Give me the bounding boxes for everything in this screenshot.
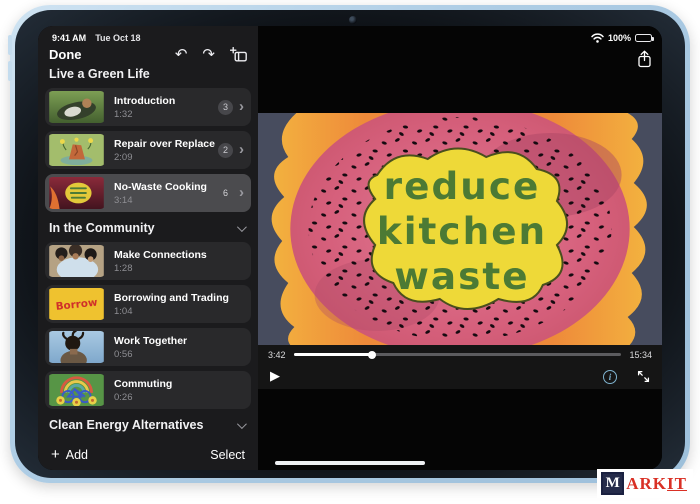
chapter-title: Borrowing and Trading [114, 292, 244, 304]
chevron-down-icon[interactable] [237, 419, 247, 429]
chapter-title: Work Together [114, 335, 244, 347]
chapter-title: Make Connections [114, 249, 244, 261]
playback-controls: 3:42 15:34 ▶ i [258, 345, 662, 389]
add-clip-icon[interactable] [230, 47, 247, 62]
chapter-title: Introduction [114, 95, 218, 107]
status-indicators: 100% [591, 33, 652, 43]
watermark-it: IT [667, 474, 687, 494]
section-header-in-the-community[interactable]: In the Community [45, 221, 251, 235]
thumbnail-borrowing-and-trading: Borrow [48, 288, 105, 320]
done-button[interactable]: Done [49, 47, 82, 62]
chevron-right-icon: › [239, 185, 244, 200]
status-bar: 9:41 AM Tue Oct 18 100% [38, 26, 662, 46]
device-bezel: 9:41 AM Tue Oct 18 100% Done [15, 10, 685, 478]
front-camera [349, 16, 357, 24]
chapter-row-borrowing-and-trading[interactable]: Borrow Borrowing and Trading 1:04 [45, 285, 251, 323]
screen: 9:41 AM Tue Oct 18 100% Done [38, 26, 662, 470]
progress-bar[interactable] [294, 353, 622, 356]
chevron-right-icon: › [239, 99, 244, 114]
chapter-title: No-Waste Cooking [114, 181, 218, 193]
status-time: 9:41 AM [52, 33, 86, 43]
section-title: In the Community [49, 221, 155, 235]
chapter-duration: 1:32 [114, 109, 218, 120]
home-indicator[interactable] [275, 461, 425, 465]
chapter-row-commuting[interactable]: Commuting 0:26 [45, 371, 251, 409]
video-title-line-2: kitchen [377, 209, 547, 253]
status-time-date: 9:41 AM Tue Oct 18 [52, 33, 141, 43]
video-title-line-1: reduce [384, 164, 541, 208]
chapter-duration: 2:09 [114, 152, 218, 163]
thumbnail-make-connections [48, 245, 105, 277]
section-header-live-a-green-life: Live a Green Life [45, 67, 251, 81]
clip-count-badge: 6 [218, 186, 233, 201]
chapter-sidebar: Done ↶ ↷ Live a Gre [38, 26, 258, 470]
battery-icon [635, 34, 652, 43]
select-button[interactable]: Select [210, 448, 245, 462]
thumbnail-repair-over-replace [48, 134, 105, 166]
chapter-row-no-waste-cooking[interactable]: No-Waste Cooking 3:14 6 › [45, 174, 251, 212]
info-icon[interactable]: i [603, 370, 617, 384]
share-icon[interactable] [637, 50, 652, 68]
thumbnail-introduction [48, 91, 105, 123]
watermark-ark: ARK [626, 474, 667, 494]
ipad-device: 9:41 AM Tue Oct 18 100% Done [10, 5, 690, 483]
sidebar-footer: + Add Select [45, 439, 251, 470]
plus-icon: + [51, 447, 60, 462]
video-player: reduce kitchen waste 3:42 15:34 [258, 26, 662, 470]
chapter-row-work-together[interactable]: Work Together 0:56 [45, 328, 251, 366]
thumbnail-no-waste-cooking [48, 177, 105, 209]
volume-up-button[interactable] [8, 35, 12, 55]
current-time: 3:42 [268, 350, 286, 360]
sidebar-toolbar: Done ↶ ↷ [45, 47, 251, 62]
wifi-icon [591, 33, 604, 43]
section-title: Clean Energy Alternatives [49, 418, 203, 432]
fullscreen-icon[interactable] [637, 370, 650, 383]
video-title-line-3: waste [394, 254, 529, 298]
progress-fill [294, 353, 373, 356]
video-frame[interactable]: reduce kitchen waste [258, 113, 662, 345]
chapter-duration: 1:04 [114, 306, 244, 317]
battery-percent: 100% [608, 33, 631, 43]
add-label: Add [66, 448, 88, 462]
status-date: Tue Oct 18 [95, 33, 140, 43]
volume-down-button[interactable] [8, 61, 12, 81]
total-time: 15:34 [629, 350, 652, 360]
chapter-duration: 0:56 [114, 349, 244, 360]
clip-count-badge: 2 [218, 143, 233, 158]
add-button[interactable]: + Add [51, 447, 88, 462]
undo-icon[interactable]: ↶ [175, 47, 188, 62]
chapter-duration: 1:28 [114, 263, 244, 274]
play-button[interactable]: ▶ [270, 370, 280, 383]
section-title: Live a Green Life [49, 67, 150, 81]
watermark-m-box: M [601, 472, 624, 495]
chapter-duration: 3:14 [114, 195, 218, 206]
chapter-row-repair-over-replace[interactable]: Repair over Replace 2:09 2 › [45, 131, 251, 169]
chevron-right-icon: › [239, 142, 244, 157]
redo-icon[interactable]: ↷ [202, 47, 215, 62]
thumbnail-work-together [48, 331, 105, 363]
chevron-down-icon[interactable] [237, 222, 247, 232]
chapter-row-make-connections[interactable]: Make Connections 1:28 [45, 242, 251, 280]
chapter-row-introduction[interactable]: Introduction 1:32 3 › [45, 88, 251, 126]
section-header-clean-energy-alternatives[interactable]: Clean Energy Alternatives [45, 418, 251, 432]
chapter-title: Commuting [114, 378, 244, 390]
chapter-duration: 0:26 [114, 392, 244, 403]
clip-count-badge: 3 [218, 100, 233, 115]
chapter-title: Repair over Replace [114, 138, 218, 150]
watermark: M ARK IT [597, 469, 693, 498]
thumbnail-commuting [48, 374, 105, 406]
